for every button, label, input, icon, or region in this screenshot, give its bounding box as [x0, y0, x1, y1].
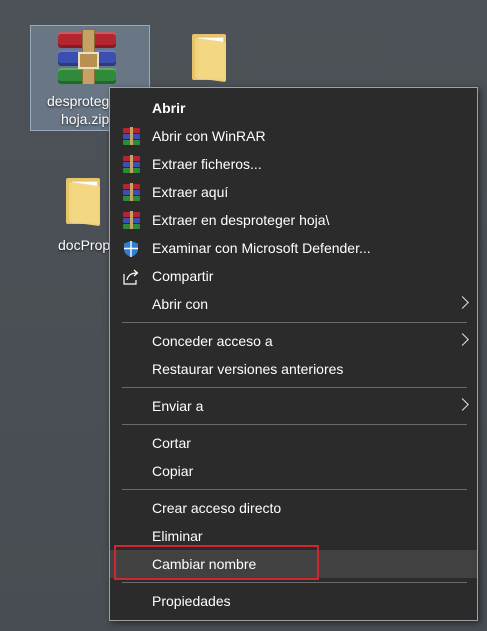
menu-separator	[122, 424, 467, 425]
menu-item-label: Restaurar versiones anteriores	[152, 361, 344, 377]
winrar-archive-icon	[58, 30, 116, 84]
menu-item-propiedades[interactable]: Propiedades	[110, 587, 477, 615]
folder-icon	[192, 34, 226, 83]
menu-item-cortar[interactable]: Cortar	[110, 429, 477, 457]
menu-item-label: Crear acceso directo	[152, 500, 282, 516]
menu-item-label: Conceder acceso a	[152, 333, 273, 349]
menu-item-extraer-aqui[interactable]: Extraer aquí	[110, 178, 477, 206]
menu-separator	[122, 387, 467, 388]
chevron-right-icon	[456, 333, 469, 346]
menu-item-label: Abrir con	[152, 296, 209, 312]
menu-item-abrir-con-winrar[interactable]: Abrir con WinRAR	[110, 122, 477, 150]
menu-item-label: Cortar	[152, 435, 191, 451]
desktop-icon-docprop[interactable]: docProp	[52, 176, 112, 260]
menu-item-extraer-en-carpeta[interactable]: Extraer en desproteger hoja\	[110, 206, 477, 234]
menu-item-extraer-ficheros[interactable]: Extraer ficheros...	[110, 150, 477, 178]
menu-item-abrir[interactable]: Abrir	[110, 94, 477, 122]
menu-item-cambiar-nombre[interactable]: Cambiar nombre	[110, 550, 477, 578]
menu-item-label: Cambiar nombre	[152, 556, 257, 572]
menu-item-copiar[interactable]: Copiar	[110, 457, 477, 485]
menu-item-abrir-con[interactable]: Abrir con	[110, 290, 477, 318]
menu-separator	[122, 489, 467, 490]
menu-item-label: Propiedades	[152, 593, 231, 609]
menu-separator	[122, 322, 467, 323]
menu-separator	[122, 582, 467, 583]
menu-item-enviar-a[interactable]: Enviar a	[110, 392, 477, 420]
menu-item-compartir[interactable]: Compartir	[110, 262, 477, 290]
menu-item-crear-acceso-directo[interactable]: Crear acceso directo	[110, 494, 477, 522]
menu-item-label: Extraer aquí	[152, 184, 229, 200]
menu-item-label: Copiar	[152, 463, 194, 479]
winrar-icon	[122, 127, 140, 145]
menu-item-conceder-acceso[interactable]: Conceder acceso a	[110, 327, 477, 355]
menu-item-examinar-defender[interactable]: Examinar con Microsoft Defender...	[110, 234, 477, 262]
share-icon	[122, 267, 140, 285]
context-menu: Abrir Abrir con WinRAR Extraer ficheros.…	[109, 87, 478, 621]
winrar-icon	[122, 183, 140, 201]
chevron-right-icon	[456, 296, 469, 309]
menu-item-label: Abrir con WinRAR	[152, 128, 266, 144]
winrar-icon	[122, 155, 140, 173]
menu-item-label: Extraer ficheros...	[152, 156, 262, 172]
defender-shield-icon	[122, 239, 140, 257]
menu-item-label: Eliminar	[152, 528, 203, 544]
desktop-icon-folder-top[interactable]	[186, 30, 236, 86]
folder-icon	[66, 178, 100, 227]
winrar-icon	[122, 211, 140, 229]
menu-item-restaurar-versiones[interactable]: Restaurar versiones anteriores	[110, 355, 477, 383]
menu-item-label: Extraer en desproteger hoja\	[152, 212, 330, 228]
menu-item-label: Abrir	[152, 100, 186, 116]
menu-item-label: Enviar a	[152, 398, 204, 414]
chevron-right-icon	[456, 398, 469, 411]
menu-item-label: Compartir	[152, 268, 214, 284]
menu-item-eliminar[interactable]: Eliminar	[110, 522, 477, 550]
docprop-label: docProp	[58, 237, 111, 253]
menu-item-label: Examinar con Microsoft Defender...	[152, 240, 371, 256]
